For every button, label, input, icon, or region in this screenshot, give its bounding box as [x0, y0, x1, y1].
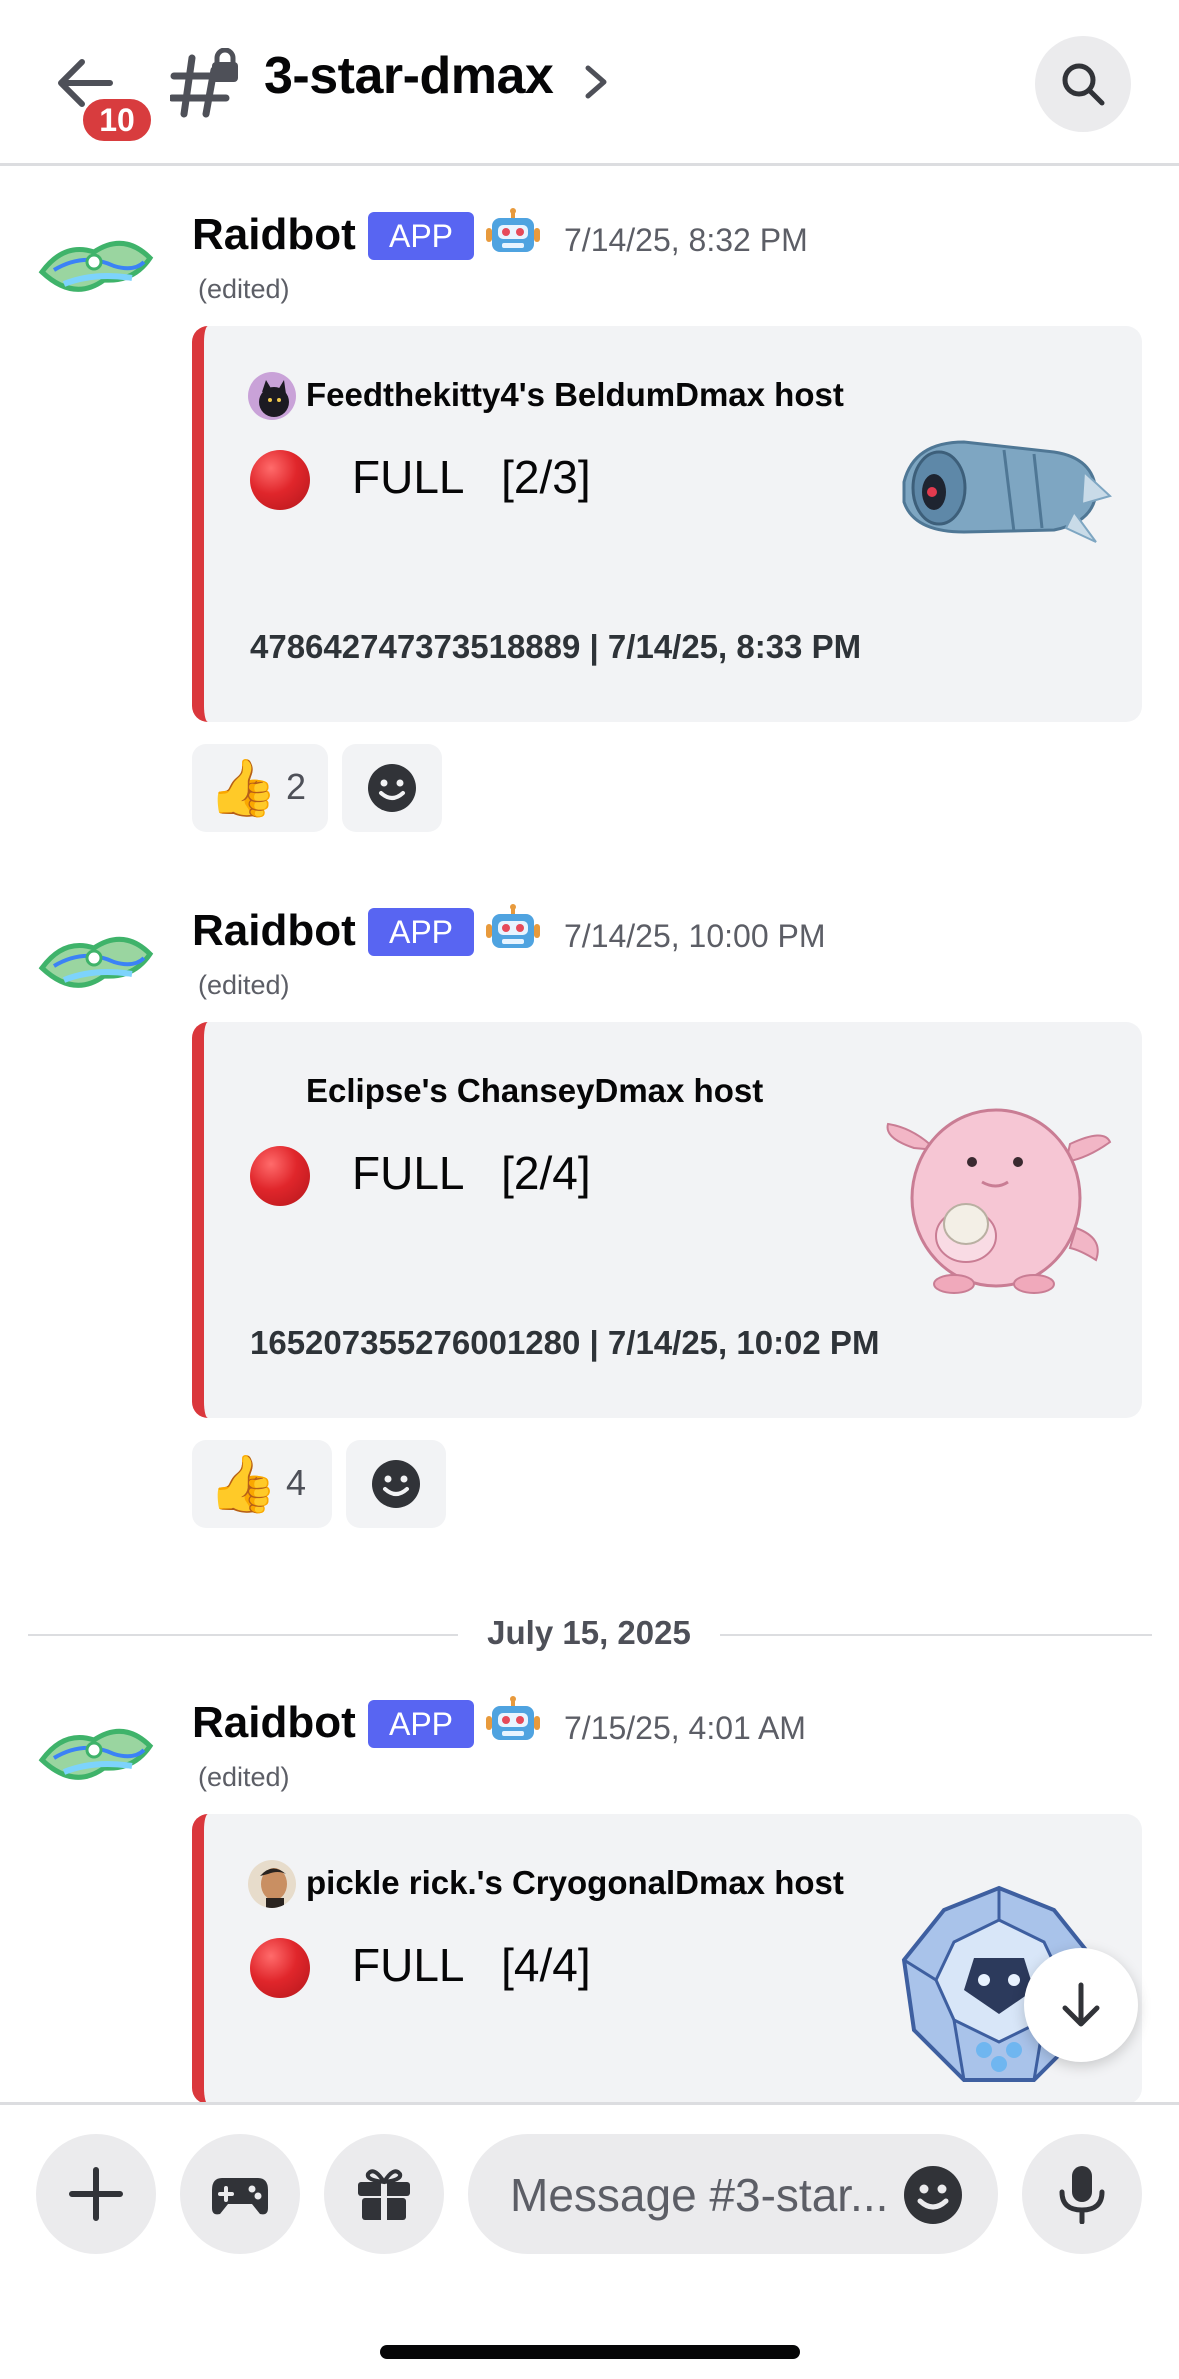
divider-line	[28, 1634, 458, 1636]
raid-status: FULL [4/4]	[352, 1939, 591, 1991]
reaction-count: 2	[286, 766, 307, 807]
add-reaction-button[interactable]	[346, 1440, 446, 1528]
raid-embed[interactable]: Feedthekitty4's BeldumDmax host FULL [2/…	[192, 326, 1142, 722]
reaction-thumbs-up[interactable]: 👍 2	[192, 744, 328, 832]
message-author[interactable]: Raidbot	[192, 906, 356, 956]
red-circle-icon	[250, 1146, 310, 1206]
red-circle-icon	[250, 1938, 310, 1998]
raidbot-avatar[interactable]	[34, 1710, 156, 1800]
raid-status: FULL [2/4]	[352, 1147, 591, 1199]
voice-message-button[interactable]	[1022, 2134, 1142, 2254]
message-input[interactable]: Message #3-star...	[468, 2134, 998, 2254]
jump-to-bottom-button[interactable]	[1024, 1948, 1138, 2062]
plus-icon	[69, 2167, 123, 2221]
embed-author-avatar	[248, 372, 296, 420]
embed-author: Eclipse's ChanseyDmax host	[306, 1072, 764, 1109]
embed-author: pickle rick.'s CryogonalDmax host	[306, 1864, 844, 1901]
raid-embed[interactable]: pickle rick.'s CryogonalDmax host FULL […	[192, 1814, 1142, 2104]
chevron-right-icon[interactable]	[578, 60, 614, 104]
thumbs-up-icon: 👍	[208, 1452, 278, 1515]
channel-title[interactable]: 3-star-dmax	[264, 46, 554, 106]
gamepad-icon	[212, 2178, 268, 2215]
robot-icon	[484, 904, 542, 958]
attach-button[interactable]	[36, 2134, 156, 2254]
embed-author: Feedthekitty4's BeldumDmax host	[306, 376, 844, 413]
message-author[interactable]: Raidbot	[192, 210, 356, 260]
emoji-picker-button[interactable]	[902, 2164, 964, 2231]
microphone-icon	[1059, 2166, 1105, 2224]
smiley-icon	[368, 764, 416, 812]
robot-icon	[484, 1696, 542, 1750]
date-label: July 15, 2025	[487, 1614, 691, 1651]
app-tag: APP	[368, 908, 474, 956]
raid-embed[interactable]: Eclipse's ChanseyDmax host FULL [2/4] 16…	[192, 1022, 1142, 1418]
message-placeholder: Message #3-star...	[510, 2169, 889, 2221]
date-divider: July 15, 2025	[28, 1614, 1152, 1654]
message-timestamp: 7/15/25, 4:01 AM	[564, 1710, 806, 1746]
app-tag: APP	[368, 212, 474, 260]
unread-badge: 10	[80, 96, 154, 144]
arrow-down-icon	[1062, 1982, 1100, 2027]
home-indicator	[380, 2345, 800, 2359]
message-author[interactable]: Raidbot	[192, 1698, 356, 1748]
embed-footer: 478642747373518889 | 7/14/25, 8:33 PM	[250, 628, 862, 665]
beldum-thumbnail[interactable]	[884, 392, 1114, 602]
add-reaction-button[interactable]	[342, 744, 442, 832]
app-tag: APP	[368, 1700, 474, 1748]
robot-icon	[484, 208, 542, 262]
edited-label: (edited)	[198, 274, 290, 304]
channel-header: 10 3-star-dmax	[0, 0, 1179, 166]
red-circle-icon	[250, 450, 310, 510]
raid-status: FULL [2/3]	[352, 451, 591, 503]
message-timestamp: 7/14/25, 10:00 PM	[564, 918, 826, 954]
smiley-icon	[372, 1460, 420, 1508]
search-icon	[1062, 63, 1105, 106]
raidbot-avatar[interactable]	[34, 222, 156, 312]
gift-button[interactable]	[324, 2134, 444, 2254]
smiley-icon	[904, 2166, 962, 2224]
chansey-thumbnail[interactable]	[884, 1088, 1114, 1298]
locked-channel-hash-icon	[168, 47, 242, 120]
search-button[interactable]	[1035, 36, 1131, 132]
message-timestamp: 7/14/25, 8:32 PM	[564, 222, 808, 258]
raidbot-avatar[interactable]	[34, 918, 156, 1008]
embed-footer: 165207355276001280 | 7/14/25, 10:02 PM	[250, 1324, 880, 1361]
message-composer: Message #3-star...	[0, 2102, 1179, 2379]
activities-button[interactable]	[180, 2134, 300, 2254]
thumbs-up-icon: 👍	[208, 756, 278, 819]
edited-label: (edited)	[198, 1762, 290, 1792]
reaction-thumbs-up[interactable]: 👍 4	[192, 1440, 332, 1528]
gift-icon	[358, 2169, 410, 2220]
edited-label: (edited)	[198, 970, 290, 1000]
reaction-count: 4	[286, 1462, 307, 1503]
embed-author-avatar	[248, 1860, 296, 1908]
divider-line	[720, 1634, 1152, 1636]
